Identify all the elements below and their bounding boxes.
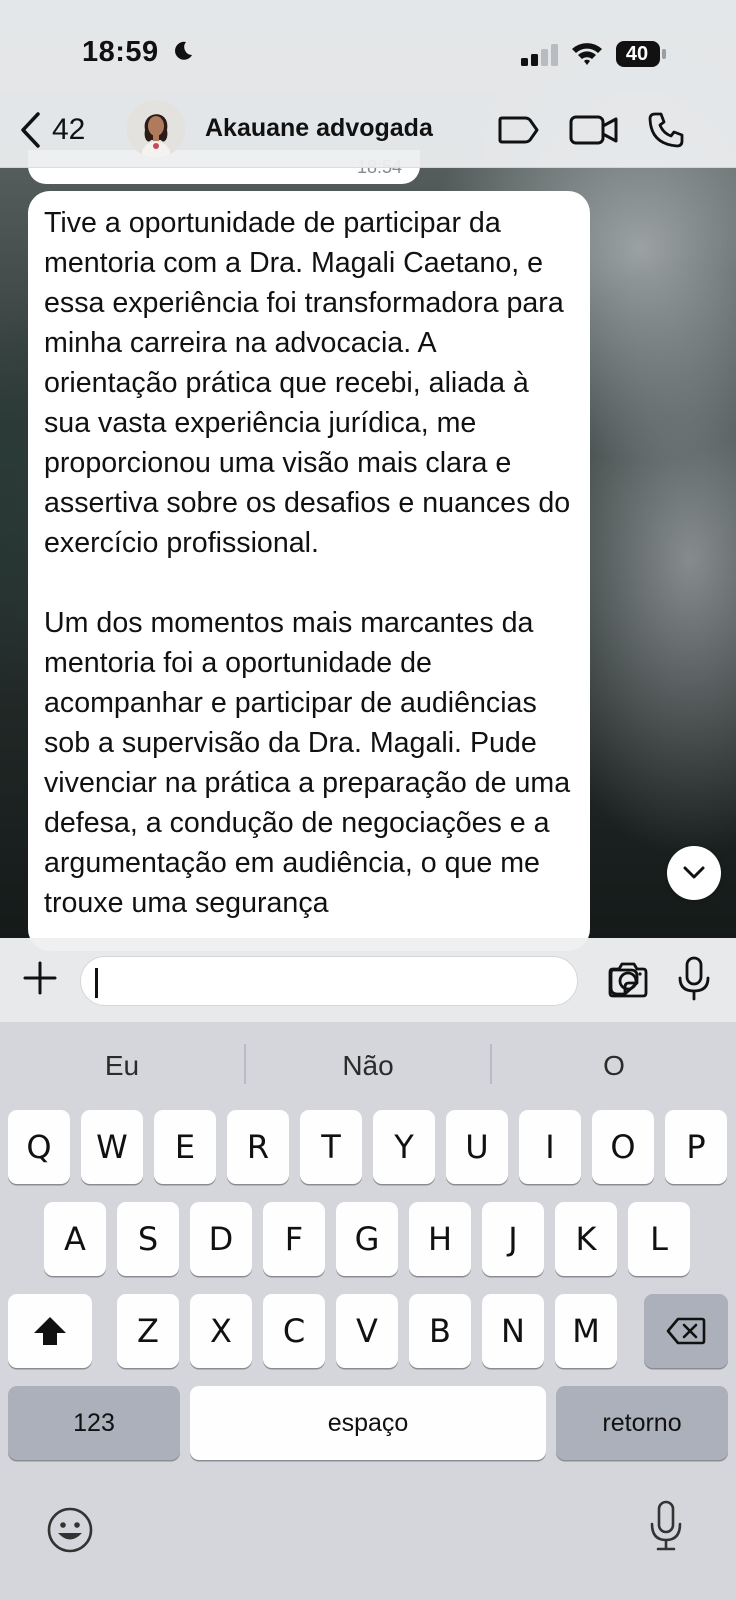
key-p[interactable]: P <box>665 1110 727 1184</box>
emoji-icon[interactable] <box>46 1506 94 1554</box>
key-r[interactable]: R <box>227 1110 289 1184</box>
phone-icon <box>648 112 684 148</box>
key-q[interactable]: Q <box>8 1110 70 1184</box>
key-l[interactable]: L <box>628 1202 690 1276</box>
message-text: Tive a oportunidade de participar da men… <box>44 203 574 923</box>
key-u[interactable]: U <box>446 1110 508 1184</box>
dictation-microphone-icon[interactable] <box>648 1500 684 1552</box>
attach-button[interactable] <box>18 956 62 1000</box>
scroll-to-bottom-button[interactable] <box>667 846 721 900</box>
key-f[interactable]: F <box>263 1202 325 1276</box>
message-paragraph: Tive a oportunidade de participar da men… <box>44 207 571 559</box>
space-key[interactable]: espaço <box>190 1386 546 1460</box>
key-h[interactable]: H <box>409 1202 471 1276</box>
delete-key[interactable] <box>644 1294 728 1368</box>
numbers-key[interactable]: 123 <box>8 1386 180 1460</box>
plus-icon <box>23 961 57 995</box>
key-a[interactable]: A <box>44 1202 106 1276</box>
chevron-down-icon <box>683 866 705 879</box>
key-o[interactable]: O <box>592 1110 654 1184</box>
suggestion-item[interactable]: Não <box>246 1044 490 1088</box>
key-v[interactable]: V <box>336 1294 398 1368</box>
cellular-signal-icon <box>521 44 558 66</box>
focus-moon-icon <box>175 41 192 60</box>
key-w[interactable]: W <box>81 1110 143 1184</box>
contact-avatar[interactable] <box>127 100 185 158</box>
camera-icon[interactable] <box>606 960 650 1000</box>
contact-name[interactable]: Akauane advogada <box>205 114 433 143</box>
key-n[interactable]: N <box>482 1294 544 1368</box>
key-x[interactable]: X <box>190 1294 252 1368</box>
message-input[interactable] <box>80 956 639 1006</box>
chat-header: 18:59 40 42 Akauane advogada <box>0 0 736 168</box>
video-camera-icon <box>569 115 618 145</box>
chevron-left-icon <box>21 112 40 148</box>
wifi-icon <box>572 43 602 65</box>
key-z[interactable]: Z <box>117 1294 179 1368</box>
key-e[interactable]: E <box>154 1110 216 1184</box>
suggestion-item[interactable]: O <box>492 1044 736 1088</box>
suggestion-item[interactable]: Eu <box>0 1044 244 1088</box>
avatar-photo <box>127 100 185 158</box>
key-d[interactable]: D <box>190 1202 252 1276</box>
label-button[interactable] <box>496 108 540 152</box>
key-c[interactable]: C <box>263 1294 325 1368</box>
key-s[interactable]: S <box>117 1202 179 1276</box>
microphone-icon[interactable] <box>676 956 712 1002</box>
keyboard: Eu Não O Q W E R T Y U I O P A S D F G H… <box>0 1022 736 1600</box>
key-j[interactable]: J <box>482 1202 544 1276</box>
message-paragraph: Um dos momentos mais marcantes da mentor… <box>44 607 571 919</box>
key-t[interactable]: T <box>300 1110 362 1184</box>
return-key[interactable]: retorno <box>556 1386 728 1460</box>
shift-arrow-icon <box>34 1317 66 1345</box>
key-y[interactable]: Y <box>373 1110 435 1184</box>
suggestion-bar: Eu Não O <box>0 1022 736 1108</box>
backspace-icon <box>666 1317 706 1345</box>
video-call-button[interactable] <box>568 108 620 152</box>
message-bubble[interactable]: Tive a oportunidade de participar da men… <box>28 191 590 951</box>
key-g[interactable]: G <box>336 1202 398 1276</box>
message-composer <box>0 938 736 1022</box>
key-m[interactable]: M <box>555 1294 617 1368</box>
key-b[interactable]: B <box>409 1294 471 1368</box>
text-caret <box>95 968 98 998</box>
key-k[interactable]: K <box>555 1202 617 1276</box>
status-time: 18:59 <box>82 36 159 68</box>
shift-key[interactable] <box>8 1294 92 1368</box>
key-i[interactable]: I <box>519 1110 581 1184</box>
label-tag-icon <box>498 116 539 144</box>
voice-call-button[interactable] <box>644 108 688 152</box>
unread-count: 42 <box>52 113 86 146</box>
battery-level: 40 <box>625 43 649 65</box>
back-button[interactable]: 42 <box>18 108 85 152</box>
